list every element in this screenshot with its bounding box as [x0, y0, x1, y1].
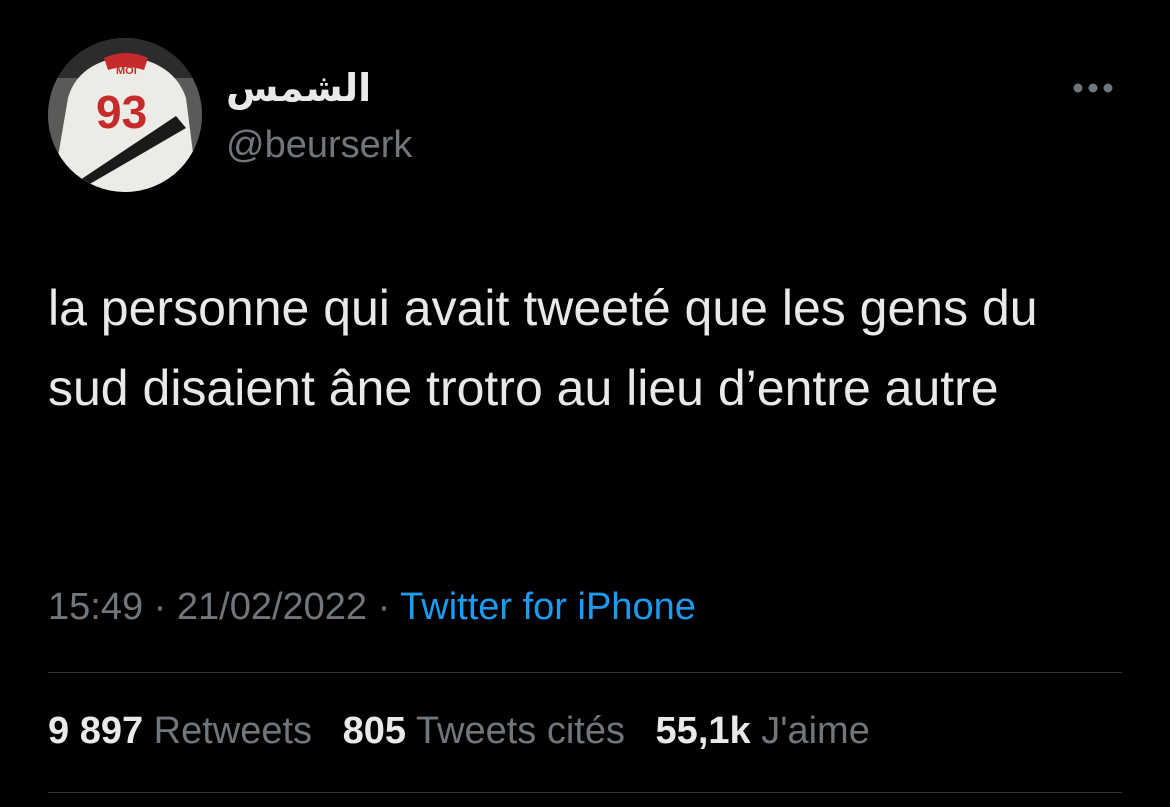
engagement-stats: 9 897 Retweets 805 Tweets cités 55,1k J'…	[48, 710, 870, 753]
quotes-count: 805	[342, 710, 407, 752]
quotes-label: Tweets cités	[415, 710, 625, 752]
avatar-jersey-text: MOI	[116, 65, 137, 77]
tweet-time[interactable]: 15:49	[48, 586, 143, 628]
divider	[48, 792, 1122, 793]
divider	[48, 672, 1122, 673]
more-horizontal-icon	[1073, 83, 1113, 93]
likes-count: 55,1k	[655, 710, 751, 752]
display-name[interactable]: الشمس	[226, 66, 371, 111]
avatar-jersey-number: 93	[96, 86, 147, 138]
likes-stat[interactable]: 55,1k J'aime	[656, 710, 870, 752]
tweet-text: la personne qui avait tweeté que les gen…	[48, 280, 1038, 416]
retweets-stat[interactable]: 9 897 Retweets	[48, 710, 312, 752]
more-options-button[interactable]	[1066, 76, 1120, 100]
quotes-stat[interactable]: 805 Tweets cités	[343, 710, 625, 752]
meta-separator: ·	[153, 586, 167, 628]
user-handle[interactable]: @beurserk	[226, 124, 412, 167]
retweets-label: Retweets	[153, 710, 313, 752]
retweets-count: 9 897	[48, 710, 144, 752]
meta-separator: ·	[377, 586, 391, 628]
tweet-source-link[interactable]: Twitter for iPhone	[400, 586, 696, 628]
avatar-image: MOI 93	[48, 38, 202, 192]
avatar[interactable]: MOI 93	[48, 38, 202, 192]
tweet-date[interactable]: 21/02/2022	[177, 586, 367, 628]
likes-label: J'aime	[761, 710, 870, 752]
tweet-metadata: 15:49 · 21/02/2022 · Twitter for iPhone	[48, 586, 696, 629]
